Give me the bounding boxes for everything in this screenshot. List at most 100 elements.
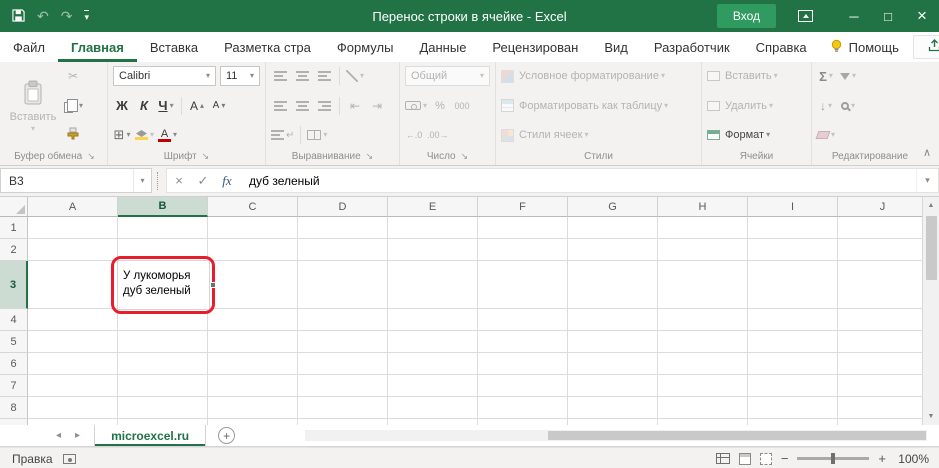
row-8-cells[interactable]: [28, 397, 922, 419]
row-4-cells[interactable]: [28, 309, 922, 331]
row-3-cells[interactable]: У лукоморья дуб зеленый: [28, 256, 922, 314]
column-header-h[interactable]: H: [658, 197, 748, 217]
row-header-4[interactable]: 4: [0, 309, 28, 331]
column-header-d[interactable]: D: [298, 197, 388, 217]
row-header-1[interactable]: 1: [0, 217, 28, 239]
format-as-table-button[interactable]: Форматировать как таблицу ▾: [501, 96, 696, 116]
row-header-3[interactable]: 3: [0, 261, 28, 309]
tab-page-layout[interactable]: Разметка стра: [211, 32, 324, 62]
row-2-cells[interactable]: [28, 239, 922, 261]
column-header-g[interactable]: G: [568, 197, 658, 217]
sort-filter-button[interactable]: ▾: [839, 66, 857, 86]
conditional-formatting-button[interactable]: Условное форматирование ▾: [501, 66, 696, 86]
grow-font-button[interactable]: А ▴: [188, 96, 206, 116]
vertical-scrollbar[interactable]: ▲ ▼: [922, 197, 939, 425]
row-6-cells[interactable]: [28, 353, 922, 375]
increase-indent-button[interactable]: ⇥: [368, 96, 386, 116]
font-dialog-launcher-icon[interactable]: ↘: [202, 151, 210, 162]
cell-b3[interactable]: У лукоморья дуб зеленый: [117, 260, 210, 310]
scroll-up-icon[interactable]: ▲: [923, 197, 939, 214]
next-sheet-icon[interactable]: ▸: [75, 430, 80, 441]
font-size-select[interactable]: 11 ▾: [220, 66, 260, 86]
format-cells-button[interactable]: Формат ▾: [707, 125, 806, 145]
align-center-button[interactable]: [293, 96, 311, 116]
customize-qat-chevron-icon[interactable]: ▾: [84, 9, 89, 23]
fill-button[interactable]: ↓ ▾: [817, 96, 835, 116]
tab-view[interactable]: Вид: [591, 32, 641, 62]
formula-input[interactable]: дуб зеленый: [239, 174, 916, 188]
alignment-dialog-launcher-icon[interactable]: ↘: [366, 151, 374, 162]
row-header-7[interactable]: 7: [0, 375, 28, 397]
increase-decimal-button[interactable]: ←.0: [405, 125, 423, 145]
sheet-tab-microexcel[interactable]: microexcel.ru: [94, 425, 207, 446]
fill-color-button[interactable]: ▾: [135, 125, 154, 145]
column-header-a[interactable]: A: [28, 197, 118, 217]
row-1-cells[interactable]: [28, 217, 922, 239]
row-5-cells[interactable]: [28, 331, 922, 353]
tab-developer[interactable]: Разработчик: [641, 32, 743, 62]
zoom-out-button[interactable]: −: [781, 452, 789, 465]
row-header-partial[interactable]: [0, 419, 28, 425]
underline-button[interactable]: Ч ▾: [157, 96, 175, 116]
collapse-ribbon-chevron-icon[interactable]: ∧: [923, 146, 931, 159]
cut-button[interactable]: ✂: [64, 66, 82, 86]
row-header-8[interactable]: 8: [0, 397, 28, 419]
clipboard-dialog-launcher-icon[interactable]: ↘: [87, 151, 95, 162]
expand-formula-bar-icon[interactable]: ▾: [916, 169, 938, 192]
close-button[interactable]: ×: [905, 0, 939, 32]
delete-cells-button[interactable]: Удалить ▾: [707, 96, 806, 116]
row-7-cells[interactable]: [28, 375, 922, 397]
ribbon-display-options-icon[interactable]: [798, 10, 813, 22]
format-painter-button[interactable]: [64, 125, 82, 145]
enter-button[interactable]: ✓: [191, 169, 215, 192]
row-header-6[interactable]: 6: [0, 353, 28, 375]
accounting-format-button[interactable]: ▾: [405, 96, 427, 116]
tab-formulas[interactable]: Формулы: [324, 32, 407, 62]
tab-file[interactable]: Файл: [0, 32, 58, 62]
percent-style-button[interactable]: %: [431, 96, 449, 116]
zoom-slider-thumb[interactable]: [831, 453, 836, 464]
redo-icon[interactable]: ↷: [61, 9, 73, 23]
save-icon[interactable]: [12, 8, 25, 24]
shrink-font-button[interactable]: А ▾: [210, 96, 228, 116]
row-partial-cells[interactable]: [28, 419, 922, 425]
formula-bar-handle[interactable]: [157, 171, 161, 190]
autosum-button[interactable]: Σ ▾: [817, 66, 835, 86]
normal-view-button[interactable]: [715, 453, 730, 464]
horizontal-scrollbar[interactable]: [305, 430, 927, 441]
align-left-button[interactable]: [271, 96, 289, 116]
horizontal-scroll-thumb[interactable]: [547, 431, 926, 440]
maximize-button[interactable]: □: [871, 0, 905, 32]
borders-button[interactable]: ⊞ ▾: [113, 125, 131, 145]
tab-help[interactable]: Справка: [743, 32, 820, 62]
vertical-scroll-thumb[interactable]: [925, 216, 937, 280]
tell-me-help[interactable]: Помощь: [820, 32, 909, 62]
page-break-view-button[interactable]: [759, 452, 772, 465]
column-header-j[interactable]: J: [838, 197, 922, 217]
zoom-level[interactable]: 100%: [895, 452, 929, 466]
scroll-down-icon[interactable]: ▼: [923, 408, 939, 425]
cell-styles-button[interactable]: Стили ячеек ▾: [501, 125, 696, 145]
name-box-dropdown-icon[interactable]: ▾: [133, 169, 151, 192]
tab-data[interactable]: Данные: [406, 32, 479, 62]
find-select-button[interactable]: ▾: [839, 96, 857, 116]
previous-sheet-icon[interactable]: ◂: [56, 430, 61, 441]
number-format-select[interactable]: Общий ▾: [405, 66, 490, 86]
copy-button[interactable]: ▾: [64, 96, 83, 116]
decrease-decimal-button[interactable]: .00→: [427, 125, 449, 145]
tab-insert[interactable]: Вставка: [137, 32, 211, 62]
number-dialog-launcher-icon[interactable]: ↘: [461, 151, 469, 162]
row-header-5[interactable]: 5: [0, 331, 28, 353]
tab-home[interactable]: Главная: [58, 32, 137, 62]
sign-in-button[interactable]: Вход: [716, 4, 776, 28]
merge-center-button[interactable]: ▾: [307, 125, 327, 145]
tab-review[interactable]: Рецензирован: [479, 32, 591, 62]
name-box[interactable]: B3 ▾: [0, 168, 152, 193]
wrap-text-button[interactable]: ↵: [271, 125, 294, 145]
insert-function-button[interactable]: fx: [215, 169, 239, 192]
column-header-f[interactable]: F: [478, 197, 568, 217]
column-header-b[interactable]: B: [118, 197, 208, 217]
bold-button[interactable]: Ж: [113, 96, 131, 116]
select-all-corner[interactable]: [0, 197, 28, 217]
comma-style-button[interactable]: 000: [453, 96, 471, 116]
